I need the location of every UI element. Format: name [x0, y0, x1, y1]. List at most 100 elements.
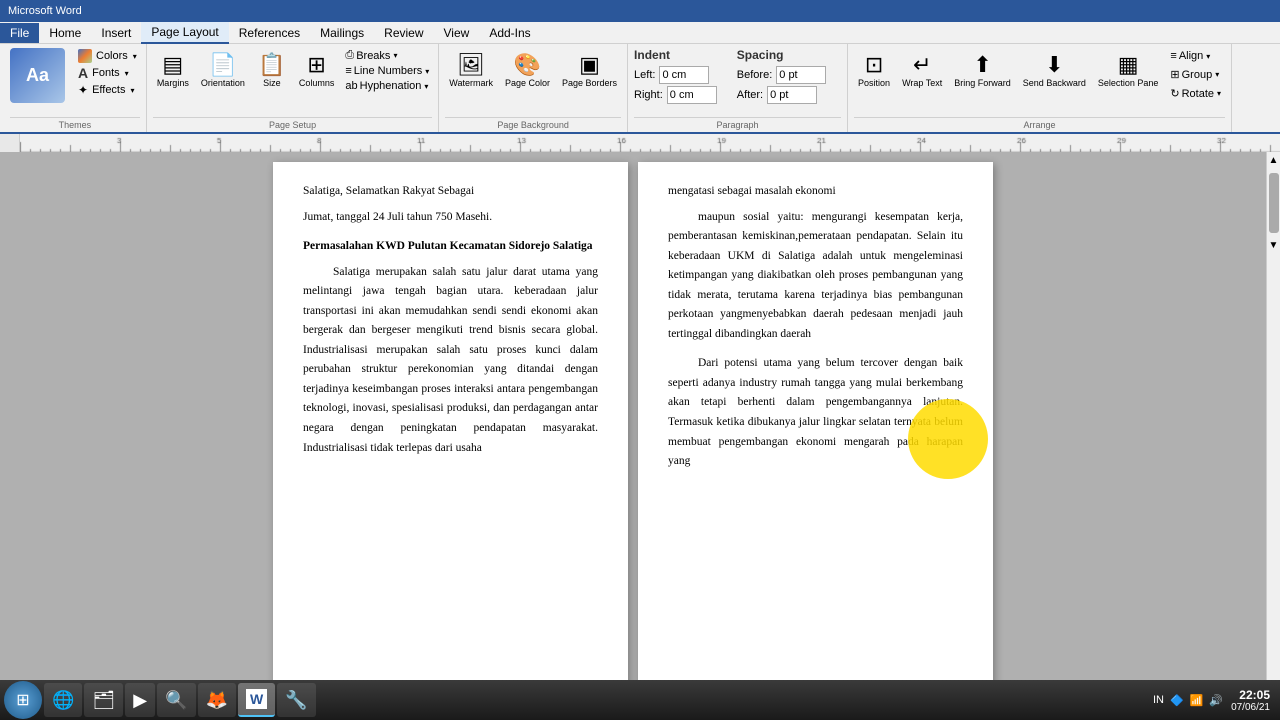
- rotate-icon: ↻: [1170, 87, 1179, 100]
- position-button[interactable]: ⊡ Position: [854, 48, 894, 92]
- themes-button[interactable]: Aa: [10, 48, 65, 103]
- left-page-content: Salatiga, Selamatkan Rakyat Sebagai Juma…: [303, 182, 598, 458]
- fonts-button[interactable]: A Fonts ▾: [75, 64, 140, 82]
- firefox-icon: 🦊: [206, 690, 228, 711]
- clock: 22:05 07/06/21: [1231, 688, 1270, 713]
- hyphenation-button[interactable]: ab Hyphenation ▾: [342, 79, 432, 93]
- right-page-body1: maupun sosial yaitu: mengurangi kesempat…: [668, 208, 963, 345]
- size-button[interactable]: 📋 Size: [253, 48, 291, 92]
- doc-scroll[interactable]: Salatiga, Selamatkan Rakyat Sebagai Juma…: [0, 152, 1266, 698]
- word-icon: W: [246, 689, 267, 709]
- menu-insert[interactable]: Insert: [91, 23, 141, 43]
- menu-mailings[interactable]: Mailings: [310, 23, 374, 43]
- clock-date: 07/06/21: [1231, 702, 1270, 713]
- colors-dropdown-icon: ▾: [133, 52, 137, 61]
- search-icon: 🔍: [165, 690, 187, 711]
- effects-icon: ✦: [78, 83, 88, 97]
- watermark-button[interactable]: 🖼 Watermark: [445, 48, 497, 92]
- taskbar-explorer[interactable]: 🗂: [84, 683, 123, 717]
- indent-left-input[interactable]: [659, 66, 709, 84]
- colors-button[interactable]: Colors ▾: [75, 48, 140, 64]
- speaker-icon: 🔊: [1209, 694, 1223, 707]
- menu-bar: File Home Insert Page Layout References …: [0, 22, 1280, 44]
- menu-page-layout[interactable]: Page Layout: [141, 22, 228, 44]
- spacing-before-input[interactable]: [776, 66, 826, 84]
- ruler-horizontal: [20, 134, 1280, 152]
- orientation-button[interactable]: 📄 Orientation: [197, 48, 249, 92]
- title-bar: Microsoft Word: [0, 0, 1280, 22]
- highlight-circle: [908, 399, 988, 479]
- scroll-thumb[interactable]: [1269, 173, 1279, 233]
- breaks-icon: ⎙: [345, 49, 354, 62]
- paragraph-group: Indent Left: Right: Spacing Before:: [628, 44, 848, 132]
- send-backward-button[interactable]: ⬇ Send Backward: [1019, 48, 1090, 92]
- media-icon: ▶: [133, 690, 147, 711]
- page-background-group: 🖼 Watermark 🎨 Page Color ▣ Page Borders …: [439, 44, 628, 132]
- indent-right-input[interactable]: [667, 86, 717, 104]
- scroll-down-arrow[interactable]: ▼: [1266, 237, 1280, 254]
- breaks-button[interactable]: ⎙ Breaks ▾: [342, 48, 432, 63]
- start-button[interactable]: ⊞: [4, 681, 42, 719]
- ruler-corner: [0, 134, 20, 152]
- line-numbers-arrow-icon: ▾: [425, 67, 429, 76]
- bring-forward-icon: ⬆: [973, 52, 991, 78]
- spacing-after-input[interactable]: [767, 86, 817, 104]
- taskbar-firefox[interactable]: 🦊: [198, 683, 236, 717]
- spacing-before-label: Before:: [737, 69, 772, 81]
- colors-swatch-icon: [78, 49, 92, 63]
- taskbar-word[interactable]: W: [238, 683, 275, 717]
- margins-icon: ▤: [162, 52, 183, 78]
- menu-view[interactable]: View: [434, 23, 480, 43]
- position-icon: ⊡: [865, 52, 883, 78]
- taskbar-extra[interactable]: 🔧: [277, 683, 315, 717]
- menu-home[interactable]: Home: [39, 23, 91, 43]
- clock-time: 22:05: [1231, 688, 1270, 702]
- arrange-group: ⊡ Position ↵ Wrap Text ⬆ Bring Forward ⬇…: [848, 44, 1232, 132]
- left-page-intro: Salatiga, Selamatkan Rakyat Sebagai: [303, 182, 598, 202]
- arrange-group-label: Arrange: [854, 117, 1225, 132]
- bluetooth-icon: 🔷: [1170, 694, 1184, 707]
- sys-tray: IN 🔷 📶 🔊: [1153, 694, 1223, 707]
- group-dropdown-icon: ▾: [1215, 70, 1219, 79]
- left-page: Salatiga, Selamatkan Rakyat Sebagai Juma…: [273, 162, 628, 688]
- left-page-body: Salatiga merupakan salah satu jalur dara…: [303, 263, 598, 458]
- menu-file[interactable]: File: [0, 23, 39, 43]
- line-numbers-button[interactable]: ≡ Line Numbers ▾: [342, 64, 432, 78]
- wrap-text-button[interactable]: ↵ Wrap Text: [898, 48, 946, 92]
- page-borders-button[interactable]: ▣ Page Borders: [558, 48, 621, 92]
- columns-icon: ⊞: [307, 52, 325, 78]
- rotate-button[interactable]: ↻ Rotate ▾: [1166, 85, 1225, 102]
- menu-review[interactable]: Review: [374, 23, 433, 43]
- taskbar-ie[interactable]: 🌐: [44, 683, 82, 717]
- orientation-icon: 📄: [209, 52, 236, 78]
- bring-forward-button[interactable]: ⬆ Bring Forward: [950, 48, 1015, 92]
- document-area: Salatiga, Selamatkan Rakyat Sebagai Juma…: [0, 152, 1280, 698]
- ruler-area: [0, 134, 1280, 152]
- menu-references[interactable]: References: [229, 23, 310, 43]
- align-dropdown-icon: ▾: [1206, 52, 1210, 61]
- network-icon: 📶: [1190, 694, 1204, 707]
- indent-left-label: Left:: [634, 69, 655, 81]
- line-numbers-icon: ≡: [345, 65, 351, 77]
- menu-addins[interactable]: Add-Ins: [479, 23, 540, 43]
- margins-button[interactable]: ▤ Margins: [153, 48, 193, 92]
- group-button[interactable]: ⊞ Group ▾: [1166, 66, 1225, 83]
- effects-button[interactable]: ✦ Effects ▾: [75, 82, 140, 98]
- columns-button[interactable]: ⊞ Columns: [295, 48, 339, 92]
- align-button[interactable]: ≡ Align ▾: [1166, 48, 1225, 64]
- extra-icon: 🔧: [285, 690, 307, 711]
- selection-pane-icon: ▦: [1118, 52, 1139, 78]
- ie-icon: 🌐: [52, 690, 74, 711]
- page-color-button[interactable]: 🎨 Page Color: [501, 48, 554, 92]
- scroll-up-arrow[interactable]: ▲: [1266, 152, 1280, 169]
- page-borders-icon: ▣: [579, 52, 600, 78]
- fonts-icon: A: [78, 65, 88, 81]
- page-color-icon: 🎨: [514, 52, 541, 78]
- indent-right-label: Right:: [634, 89, 663, 101]
- taskbar-search[interactable]: 🔍: [157, 683, 195, 717]
- send-backward-icon: ⬇: [1045, 52, 1063, 78]
- selection-pane-button[interactable]: ▦ Selection Pane: [1094, 48, 1163, 92]
- vertical-scrollbar[interactable]: ▲ ▼: [1266, 152, 1280, 698]
- taskbar-media[interactable]: ▶: [125, 683, 155, 717]
- spacing-section: Spacing Before: After:: [737, 48, 826, 106]
